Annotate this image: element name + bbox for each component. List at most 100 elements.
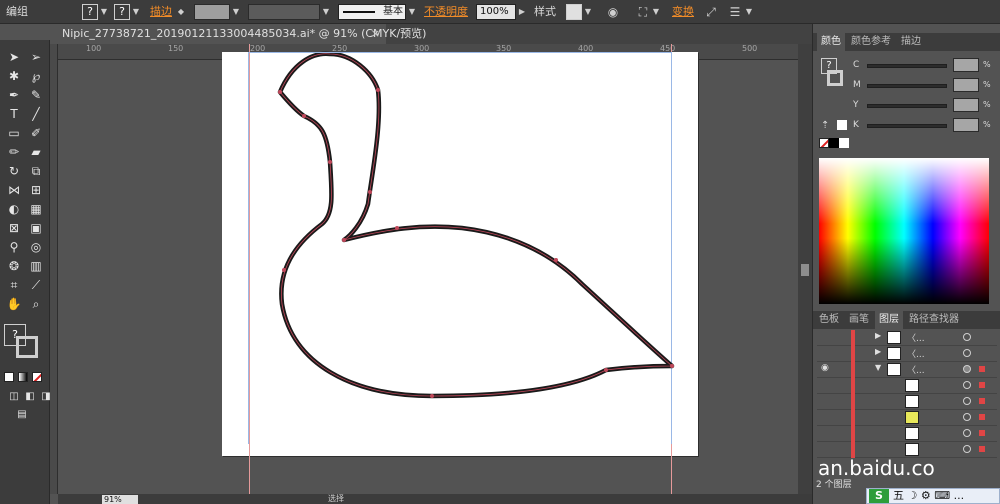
cyan-field[interactable] [953,58,979,72]
anchor-point[interactable] [376,88,380,92]
chevron-down-icon[interactable]: ▼ [231,4,241,20]
free-transform-tool-icon[interactable]: ⊞ [26,181,46,199]
anchor-point[interactable] [395,226,399,230]
tab-layers[interactable]: 图层 [875,311,903,329]
cyan-row[interactable]: C % [853,58,993,72]
anchor-point[interactable] [278,90,282,94]
isolate-icon[interactable]: ⤢ [704,4,718,20]
line-tool-icon[interactable]: ╱ [26,105,46,123]
yellow-slider[interactable] [867,104,947,108]
type-tool-icon[interactable]: T [4,105,24,123]
chevron-down-icon[interactable]: ▼ [321,4,331,20]
screen-mode-icon[interactable]: ▤ [12,406,32,424]
paintbrush-tool-icon[interactable]: ✐ [26,124,46,142]
shape-builder-tool-icon[interactable]: ◐ [4,200,24,218]
target-icon[interactable] [963,413,971,421]
status-selection[interactable]: 选择 [328,494,344,504]
chevron-down-icon[interactable]: ▼ [99,4,109,20]
chevron-down-icon[interactable]: ▼ [651,4,661,20]
column-graph-tool-icon[interactable]: ▥ [26,257,46,275]
zoom-tool-icon[interactable]: ⌕ [26,295,46,313]
slice-tool-icon[interactable]: ⟋ [26,276,46,294]
scale-tool-icon[interactable]: ⧉ [26,162,46,180]
yellow-row[interactable]: Y % [853,98,993,112]
pencil-tool-icon[interactable]: ✏ [4,143,24,161]
rotate-tool-icon[interactable]: ↻ [4,162,24,180]
eyedropper-tool-icon[interactable]: ⚲ [4,238,24,256]
tab-swatches[interactable]: 色板 [815,311,843,329]
expand-icon[interactable]: ▶ [875,347,881,356]
gradient-mode-icon[interactable] [18,372,28,382]
layer-row[interactable] [817,378,997,394]
selection-indicator[interactable] [979,414,985,420]
pen-tool-icon[interactable]: ✒ [4,86,24,104]
chevron-down-icon[interactable]: ▼ [744,4,754,20]
stroke-weight-field[interactable] [194,4,230,20]
target-icon[interactable] [963,349,971,357]
panel-stroke-swatch[interactable] [827,70,843,86]
layer-row[interactable]: ▶ 〈... [817,346,997,362]
style-swatch[interactable] [566,4,582,20]
chevron-right-icon[interactable]: ▶ [517,4,527,20]
close-icon[interactable]: × [371,24,380,44]
stroke-label[interactable]: 描边 [150,3,172,21]
hand-tool-icon[interactable]: ✋ [4,295,24,313]
black-swatch[interactable] [829,138,839,148]
gradient-tool-icon[interactable]: ▣ [26,219,46,237]
selection-tool-icon[interactable]: ➤ [4,48,24,66]
selection-indicator[interactable] [979,398,985,404]
selection-indicator[interactable] [979,382,985,388]
lasso-tool-icon[interactable]: ℘ [26,67,46,85]
variable-width-field[interactable] [248,4,320,20]
selection-indicator[interactable] [979,366,985,372]
anchor-point[interactable] [554,258,558,262]
layer-row[interactable]: ◉ ▼ 〈... [817,362,997,378]
target-icon[interactable] [963,397,971,405]
anchor-point[interactable] [328,160,332,164]
anchor-point[interactable] [282,268,286,272]
chevron-down-icon[interactable]: ▼ [131,4,141,20]
black-field[interactable] [953,118,979,132]
anchor-point[interactable] [342,238,346,242]
magenta-field[interactable] [953,78,979,92]
black-slider[interactable] [867,124,947,128]
chevron-down-icon[interactable]: ▼ [407,4,417,20]
zoom-field[interactable]: 91% [102,495,138,504]
layer-row[interactable] [817,394,997,410]
align-icon[interactable]: ⛶ [636,4,650,20]
cyan-slider[interactable] [867,64,947,68]
stroke-swatch[interactable] [16,336,38,358]
arrange-icon[interactable]: ☰ [728,4,742,20]
target-icon[interactable] [963,333,971,341]
white-swatch[interactable] [839,138,849,148]
swan-outline[interactable] [277,51,675,399]
anchor-point[interactable] [430,394,434,398]
target-icon[interactable] [963,445,971,453]
layer-row[interactable]: ▶ 〈... [817,330,997,346]
direct-selection-tool-icon[interactable]: ➢ [26,48,46,66]
fill-question-button[interactable]: ? [82,4,98,20]
anchor-points[interactable] [278,88,674,398]
width-tool-icon[interactable]: ⋈ [4,181,24,199]
stroke-weight-stepper[interactable]: ◆ [176,4,186,20]
chevron-down-icon[interactable]: ▼ [583,4,593,20]
target-icon[interactable] [963,429,971,437]
magenta-row[interactable]: M % [853,78,993,92]
yellow-field[interactable] [953,98,979,112]
selection-indicator[interactable] [979,430,985,436]
mesh-tool-icon[interactable]: ⊠ [4,219,24,237]
out-of-gamut-icon[interactable]: ⇡ [821,120,829,131]
anchor-point[interactable] [302,114,306,118]
transform-label[interactable]: 变换 [672,3,694,21]
color-mode-icon[interactable] [4,372,14,382]
document-tab[interactable]: Nipic_27738721_20190121133004485034.ai* … [56,24,426,44]
blend-tool-icon[interactable]: ◎ [26,238,46,256]
target-icon[interactable] [963,381,971,389]
vertical-scrollbar[interactable] [798,44,812,494]
target-icon[interactable] [963,365,971,373]
visibility-eye-icon[interactable]: ◉ [821,363,829,373]
none-swatch[interactable] [819,138,829,148]
magenta-slider[interactable] [867,84,947,88]
tab-stroke[interactable]: 描边 [897,33,925,51]
curvature-tool-icon[interactable]: ✎ [26,86,46,104]
